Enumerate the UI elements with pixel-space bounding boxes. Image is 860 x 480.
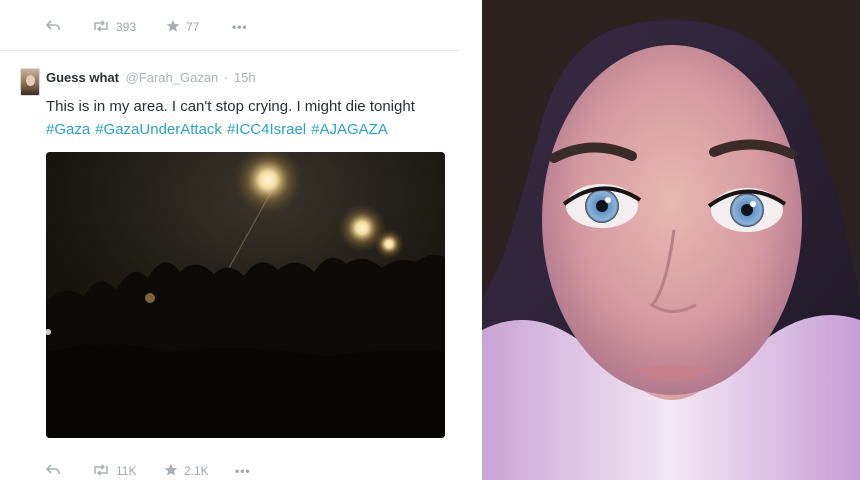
more-icon: •••: [235, 464, 251, 478]
favorite-button-top[interactable]: 77: [166, 19, 199, 36]
reply-button[interactable]: [45, 463, 60, 479]
display-name[interactable]: Guess what: [46, 70, 119, 85]
favorite-button[interactable]: 2.1K: [164, 463, 209, 480]
retweet-button[interactable]: 11K: [92, 463, 137, 479]
tweet-text: This is in my area. I can't stop crying.…: [46, 98, 415, 115]
tweet-action-bar-top: 393 77 •••: [0, 14, 460, 40]
favorite-count-top: 77: [186, 20, 200, 34]
night-sky-flares-image: [46, 152, 445, 438]
more-button-top[interactable]: •••: [232, 20, 248, 34]
star-icon: [164, 463, 178, 480]
retweet-icon: [92, 19, 110, 35]
reply-icon: [45, 463, 60, 479]
retweet-count-top: 393: [116, 20, 137, 34]
avatar[interactable]: [20, 68, 40, 96]
tweet-photo[interactable]: [46, 152, 445, 438]
hashtag-link[interactable]: #Gaza: [46, 121, 90, 138]
tweet-card: 393 77 ••• Guess what @Farah_Gazan · 15h…: [0, 0, 460, 480]
user-handle[interactable]: @Farah_Gazan: [126, 70, 219, 85]
hashtag-link[interactable]: #AJAGAZA: [311, 121, 388, 138]
portrait-image: [482, 0, 860, 480]
tweet-divider: [0, 50, 460, 51]
more-button[interactable]: •••: [235, 464, 251, 478]
tweet-header: Guess what @Farah_Gazan · 15h: [46, 70, 256, 85]
hashtag-link[interactable]: #GazaUnderAttack: [95, 121, 222, 138]
selfie-photo: [482, 0, 860, 480]
retweet-icon: [92, 463, 110, 479]
hashtag-list: #Gaza #GazaUnderAttack #ICC4Israel #AJAGAZA: [46, 118, 393, 141]
favorite-count: 2.1K: [184, 464, 209, 478]
tweet-timestamp[interactable]: 15h: [234, 70, 256, 85]
more-icon: •••: [232, 20, 248, 34]
tweet-action-bar-bottom: 11K 2.1K •••: [0, 458, 460, 480]
retweet-button-top[interactable]: 393: [92, 19, 137, 35]
reply-button-top[interactable]: [45, 19, 60, 35]
retweet-count: 11K: [116, 464, 137, 478]
separator-dot: ·: [223, 70, 229, 85]
reply-icon: [45, 19, 60, 35]
star-icon: [166, 19, 180, 36]
hashtag-link[interactable]: #ICC4Israel: [227, 121, 306, 138]
